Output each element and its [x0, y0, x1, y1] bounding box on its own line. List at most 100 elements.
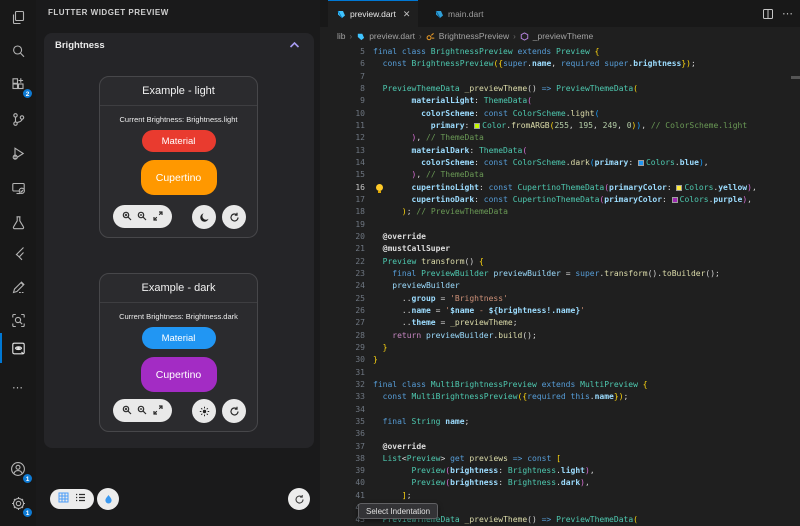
- brightness-group-header[interactable]: Brightness: [44, 33, 314, 59]
- code-text: cupertinoLight: const CupertinoThemeData…: [373, 183, 757, 192]
- code-line: 21 @mustCallSuper: [320, 243, 800, 255]
- explorer-button[interactable]: [7, 6, 29, 28]
- select-indentation-tooltip: Select Indentation: [358, 503, 438, 519]
- code-line: 17 cupertinoDark: const CupertinoThemeDa…: [320, 194, 800, 206]
- split-editor-icon[interactable]: [762, 8, 774, 20]
- accounts-button[interactable]: 1: [7, 458, 29, 480]
- line-number: 8: [320, 83, 365, 95]
- zoom-controls: [113, 205, 172, 228]
- line-number: 29: [320, 342, 365, 354]
- line-number: 35: [320, 416, 365, 428]
- group-title: Brightness: [55, 40, 105, 51]
- restart-preview-button[interactable]: [288, 488, 310, 510]
- code-text: ..name = '$name - ${brightness!.name}': [373, 306, 585, 315]
- widget-inspector-button[interactable]: [7, 309, 29, 331]
- moon-icon: [199, 212, 210, 223]
- code-line: 28 return previewBuilder.build();: [320, 330, 800, 342]
- chevron-up-icon[interactable]: [289, 41, 300, 49]
- code-text: cupertinoDark: const CupertinoThemeData(…: [373, 195, 752, 204]
- line-number: 40: [320, 477, 365, 489]
- zoom-in-icon[interactable]: [122, 208, 132, 226]
- extensions-button[interactable]: 2: [7, 73, 29, 95]
- fullscreen-icon[interactable]: [153, 402, 163, 420]
- card-status: Current Brightness: Brightness.light: [100, 115, 257, 124]
- tab-preview-dart[interactable]: preview.dart ✕: [328, 0, 418, 27]
- settings-button[interactable]: 1: [7, 492, 29, 514]
- more-actions-icon[interactable]: ⋯: [782, 7, 794, 20]
- line-number: 23: [320, 268, 365, 280]
- cupertino-button[interactable]: Cupertino: [141, 160, 217, 195]
- refresh-button[interactable]: [222, 399, 246, 423]
- cupertino-button[interactable]: Cupertino: [141, 357, 217, 392]
- files-icon: [11, 10, 26, 25]
- line-number: 22: [320, 256, 365, 268]
- fullscreen-icon[interactable]: [153, 208, 163, 226]
- code-line: 39 Preview(brightness: Brightness.light)…: [320, 465, 800, 477]
- line-number: 14: [320, 157, 365, 169]
- remote-explorer-button[interactable]: [7, 177, 29, 199]
- line-number: 25: [320, 293, 365, 305]
- line-number: 18: [320, 206, 365, 218]
- code-line: 12 ), // ThemeData: [320, 132, 800, 144]
- code-line: 22 Preview transform() {: [320, 256, 800, 268]
- breadcrumb-class[interactable]: BrightnessPreview: [439, 31, 509, 41]
- line-number: 33: [320, 391, 365, 403]
- search-icon: [11, 44, 26, 59]
- line-number: 41: [320, 490, 365, 502]
- code-text: return previewBuilder.build();: [373, 331, 537, 340]
- tab-bar: preview.dart ✕ main.dart ⋯: [320, 0, 800, 27]
- search-button[interactable]: [7, 40, 29, 62]
- zoom-out-icon[interactable]: [137, 208, 147, 226]
- dark-mode-button[interactable]: [192, 205, 216, 229]
- flutter-outline-button[interactable]: [7, 276, 29, 298]
- code-area[interactable]: 5final class BrightnessPreview extends P…: [320, 46, 800, 526]
- pencil-icon: [11, 280, 26, 295]
- refresh-icon: [229, 212, 240, 223]
- zoom-in-icon[interactable]: [122, 402, 132, 420]
- color-swatch: [638, 160, 644, 166]
- code-text: final class MultiBrightnessPreview exten…: [373, 380, 648, 389]
- line-number: 32: [320, 379, 365, 391]
- breadcrumb-lib[interactable]: lib: [337, 31, 346, 41]
- more-views-button[interactable]: ⋯: [7, 376, 29, 398]
- code-line: 19: [320, 219, 800, 231]
- grid-view-button[interactable]: [58, 490, 69, 508]
- run-debug-button[interactable]: [7, 142, 29, 164]
- code-text: const MultiBrightnessPreview({required t…: [373, 392, 628, 401]
- code-text: Preview transform() {: [373, 257, 484, 266]
- list-view-button[interactable]: [75, 490, 86, 508]
- line-number: 38: [320, 453, 365, 465]
- code-text: ..theme = _previewTheme;: [373, 318, 518, 327]
- close-icon[interactable]: ✕: [403, 9, 411, 20]
- source-control-icon: [11, 112, 26, 127]
- widget-preview-button[interactable]: [7, 337, 29, 359]
- card-title: Example - dark: [100, 274, 257, 303]
- material-button[interactable]: Material: [142, 327, 216, 349]
- dart-icon: [434, 9, 444, 19]
- flutter-button[interactable]: [7, 242, 29, 264]
- tab-main-dart[interactable]: main.dart: [426, 0, 491, 27]
- code-line: 24 previewBuilder: [320, 280, 800, 292]
- breadcrumb-method[interactable]: _previewTheme: [533, 31, 593, 41]
- zoom-out-icon[interactable]: [137, 402, 147, 420]
- code-line: 6 const BrightnessPreview({super.name, r…: [320, 58, 800, 70]
- breadcrumb-file[interactable]: preview.dart: [369, 31, 415, 41]
- code-line: 35 final String name;: [320, 416, 800, 428]
- code-text: Preview(brightness: Brightness.light),: [373, 466, 595, 475]
- format-paint-button[interactable]: [97, 488, 119, 510]
- active-indicator: [0, 333, 2, 363]
- breadcrumb: lib › preview.dart › BrightnessPreview ›…: [320, 27, 800, 45]
- color-swatch: [474, 123, 480, 129]
- source-control-button[interactable]: [7, 108, 29, 130]
- refresh-button[interactable]: [222, 205, 246, 229]
- line-number: 10: [320, 108, 365, 120]
- grid-icon: [58, 492, 69, 503]
- material-button[interactable]: Material: [142, 130, 216, 152]
- testing-button[interactable]: [7, 211, 29, 233]
- code-text: @override: [373, 232, 426, 241]
- ellipsis-icon: ⋯: [12, 381, 24, 394]
- light-mode-button[interactable]: [192, 399, 216, 423]
- editor: preview.dart ✕ main.dart ⋯ lib › preview…: [320, 0, 800, 526]
- dart-icon: [356, 32, 365, 41]
- card-status: Current Brightness: Brightness.dark: [100, 312, 257, 321]
